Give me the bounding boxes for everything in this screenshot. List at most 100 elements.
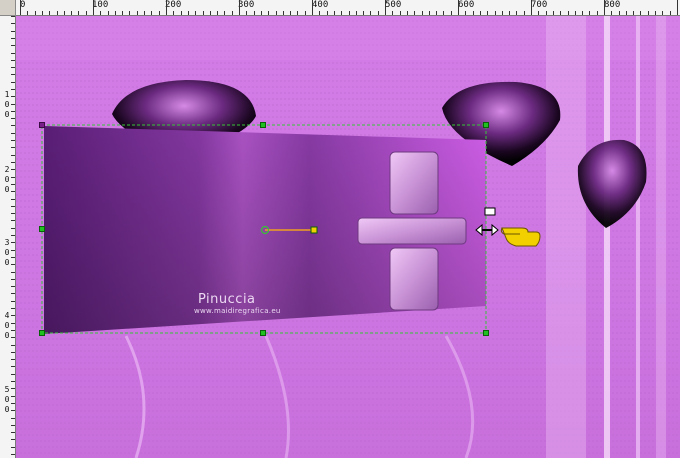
- ruler-tick: [11, 242, 15, 243]
- ruler-tick: [611, 11, 612, 15]
- ruler-label: 600: [458, 0, 475, 10]
- ruler-tick: [11, 60, 15, 61]
- ruler-tick: [42, 11, 43, 15]
- ruler-tick: [640, 11, 641, 15]
- ruler-tick: [11, 96, 15, 97]
- ruler-label: 5: [4, 385, 10, 394]
- ruler-tick: [597, 11, 598, 15]
- ruler-tick: [341, 11, 342, 15]
- image-canvas[interactable]: Pinuccia www.maidiregrafica.eu: [16, 16, 680, 458]
- ruler-tick: [11, 301, 15, 302]
- selection-handle-top[interactable]: [260, 122, 266, 128]
- ruler-tick: [11, 31, 15, 32]
- selection-handle-bottom[interactable]: [260, 330, 266, 336]
- ruler-tick: [159, 11, 160, 15]
- ruler-tick: [11, 67, 15, 68]
- ruler-label: 0: [4, 405, 10, 414]
- ruler-tick: [487, 11, 488, 15]
- ruler-label: 100: [92, 0, 109, 10]
- ruler-tick: [589, 11, 590, 15]
- ruler-label: 0: [4, 185, 10, 194]
- vertical-ruler[interactable]: 1 0 0 2 0 0 3 0 0 4 0 0 5 0 0: [0, 16, 16, 458]
- ruler-tick: [633, 11, 634, 15]
- ruler-tick: [86, 11, 87, 15]
- ruler-tick: [356, 11, 357, 15]
- ruler-label: 0: [4, 321, 10, 330]
- selection-handle-bottom-right[interactable]: [483, 330, 489, 336]
- ruler-tick: [363, 11, 364, 15]
- ruler-tick: [480, 11, 481, 15]
- ruler-tick: [35, 11, 36, 15]
- ruler-corner: [0, 0, 16, 16]
- ruler-tick: [108, 11, 109, 15]
- ruler-tick: [407, 11, 408, 15]
- selection-handle-left[interactable]: [39, 226, 45, 232]
- ruler-tick: [422, 11, 423, 15]
- horizontal-ruler[interactable]: 0 100 200 300 400 500 600 700 800: [16, 0, 680, 16]
- ruler-label: 700: [531, 0, 548, 10]
- ruler-tick: [575, 11, 576, 15]
- ruler-tick: [11, 330, 15, 331]
- ruler-tick: [312, 0, 313, 15]
- ruler-tick: [239, 0, 240, 15]
- ruler-tick: [11, 111, 15, 112]
- ruler-tick: [11, 228, 15, 229]
- ruler-tick: [276, 11, 277, 15]
- ruler-tick: [11, 388, 15, 389]
- ruler-tick: [11, 381, 15, 382]
- ruler-tick: [195, 11, 196, 15]
- ruler-tick: [11, 359, 15, 360]
- ruler-tick: [11, 418, 15, 419]
- ruler-tick: [495, 11, 496, 15]
- ruler-tick: [370, 11, 371, 15]
- ruler-tick: [224, 11, 225, 15]
- ruler-tick: [662, 11, 663, 15]
- ruler-tick: [11, 425, 15, 426]
- ruler-tick: [11, 337, 15, 338]
- selection-handle-top-left[interactable]: [39, 122, 45, 128]
- ruler-tick: [166, 0, 167, 15]
- ruler-tick: [11, 177, 15, 178]
- ruler-tick: [78, 11, 79, 15]
- ruler-tick: [11, 315, 15, 316]
- ruler-tick: [137, 11, 138, 15]
- ruler-tick: [11, 191, 15, 192]
- ruler-tick: [538, 11, 539, 15]
- ruler-tick: [11, 447, 15, 448]
- ruler-tick: [524, 11, 525, 15]
- ruler-tick: [392, 11, 393, 15]
- ruler-tick: [268, 11, 269, 15]
- canvas-artwork: [16, 16, 680, 458]
- ruler-label: 1: [4, 90, 10, 99]
- ruler-tick: [11, 133, 15, 134]
- ruler-label: 2: [4, 165, 10, 174]
- ruler-tick: [11, 23, 15, 24]
- ruler-tick: [297, 11, 298, 15]
- ruler-tick: [11, 45, 15, 46]
- ruler-tick: [11, 74, 15, 75]
- ruler-tick: [11, 155, 15, 156]
- ruler-tick: [465, 11, 466, 15]
- ruler-tick: [11, 140, 15, 141]
- ruler-tick: [11, 169, 15, 170]
- ruler-tick: [188, 11, 189, 15]
- ruler-tick: [626, 11, 627, 15]
- ruler-tick: [122, 11, 123, 15]
- ruler-tick: [11, 308, 15, 309]
- ruler-tick: [568, 11, 569, 15]
- ruler-tick: [443, 11, 444, 15]
- ruler-tick: [11, 250, 15, 251]
- ruler-tick: [349, 11, 350, 15]
- ruler-tick: [11, 432, 15, 433]
- selection-handle-bottom-left[interactable]: [39, 330, 45, 336]
- ruler-tick: [648, 11, 649, 15]
- ruler-tick: [11, 323, 15, 324]
- ruler-label: 0: [4, 248, 10, 257]
- selection-handle-top-right[interactable]: [483, 122, 489, 128]
- ruler-tick: [509, 11, 510, 15]
- ruler-label: 0: [4, 100, 10, 109]
- ruler-tick: [11, 403, 15, 404]
- ruler-tick: [11, 410, 15, 411]
- ruler-tick: [553, 11, 554, 15]
- ruler-tick: [151, 11, 152, 15]
